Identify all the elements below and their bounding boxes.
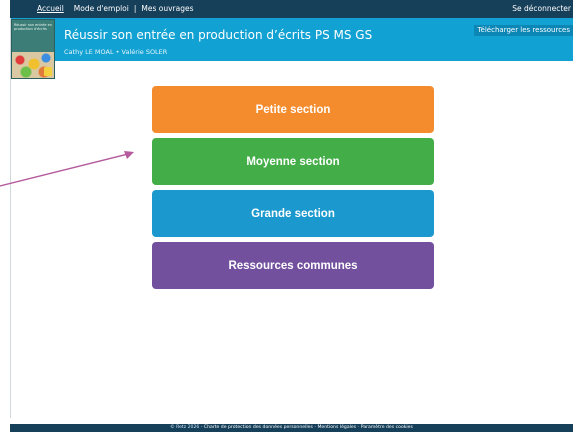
footer-dash: - bbox=[357, 425, 360, 430]
footer-dash: - bbox=[314, 425, 316, 430]
footer-legal-link[interactable]: Mentions légales bbox=[317, 425, 356, 430]
footer-privacy-link[interactable]: Charte de protection des données personn… bbox=[204, 425, 313, 430]
annotation-arrow-head bbox=[124, 151, 134, 159]
annotation-arrow bbox=[0, 151, 134, 187]
footer-cookies-link[interactable]: Paramètre des cookies bbox=[361, 425, 413, 430]
footer: © Retz 2026 - Charte de protection des d… bbox=[10, 424, 573, 432]
annotation-arrow-line bbox=[0, 152, 133, 187]
footer-copyright: © Retz 2026 - bbox=[170, 425, 203, 430]
